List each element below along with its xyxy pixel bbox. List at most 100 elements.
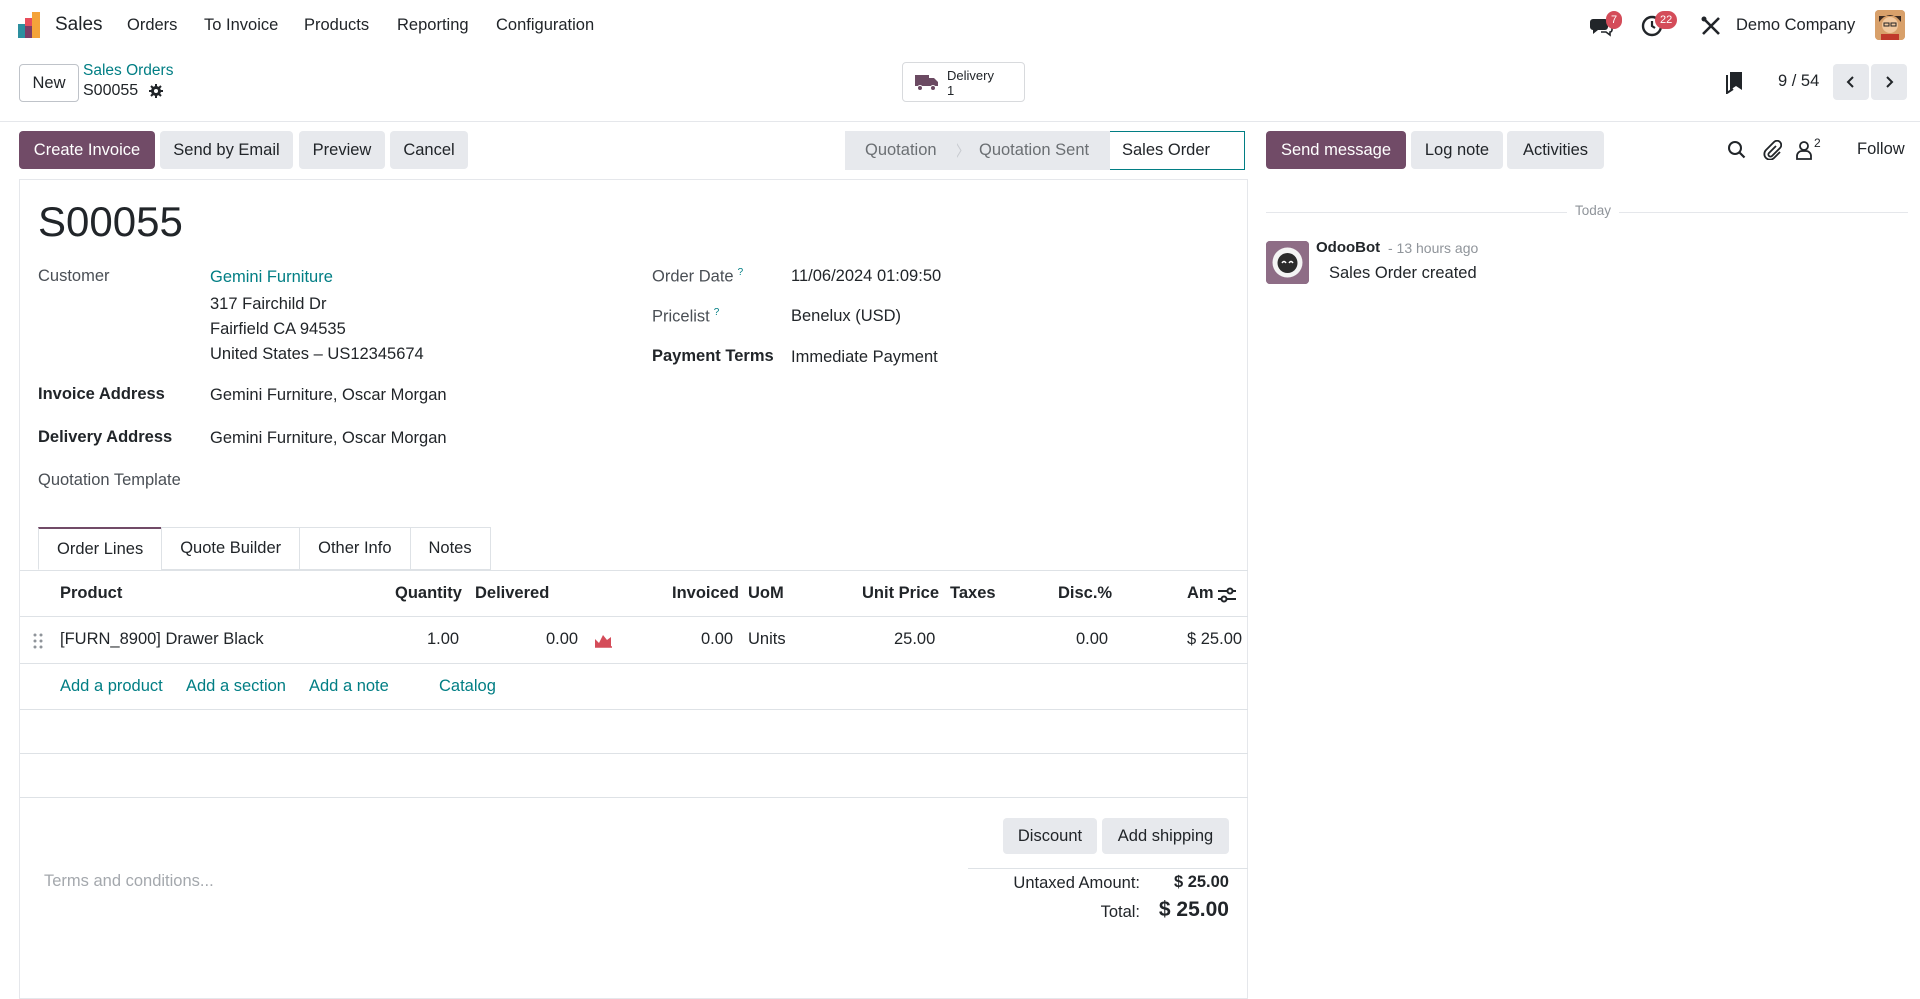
line-delivered[interactable]: 0.00 bbox=[546, 630, 578, 649]
pager-previous-button[interactable] bbox=[1833, 64, 1869, 100]
tab-notes[interactable]: Notes bbox=[409, 527, 491, 570]
catalog-link[interactable]: Catalog bbox=[439, 677, 496, 696]
top-navbar: Sales Orders To Invoice Products Reporti… bbox=[0, 0, 1920, 50]
payment-terms-field[interactable]: Immediate Payment bbox=[791, 348, 938, 367]
menu-to-invoice[interactable]: To Invoice bbox=[204, 16, 278, 35]
odoobot-avatar[interactable] bbox=[1266, 241, 1309, 284]
message-author[interactable]: OdooBot bbox=[1316, 239, 1380, 256]
customer-field[interactable]: Gemini Furniture bbox=[210, 268, 333, 287]
stage-sales-order[interactable]: Sales Order bbox=[1110, 131, 1245, 170]
breadcrumb-parent[interactable]: Sales Orders bbox=[83, 62, 173, 80]
add-note-link[interactable]: Add a note bbox=[309, 677, 389, 696]
quotation-template-label: Quotation Template bbox=[38, 471, 181, 489]
app-name[interactable]: Sales bbox=[55, 14, 103, 36]
column-invoiced[interactable]: Invoiced bbox=[672, 584, 739, 603]
forecast-chart-icon[interactable] bbox=[594, 632, 612, 648]
chevron-left-icon bbox=[1846, 76, 1854, 88]
pager-value[interactable]: 9 / 54 bbox=[1778, 72, 1819, 91]
order-date-field[interactable]: 11/06/2024 01:09:50 bbox=[791, 267, 941, 286]
order-lines-header: Product Quantity Delivered Invoiced UoM … bbox=[20, 570, 1248, 617]
send-message-button[interactable]: Send message bbox=[1266, 131, 1406, 169]
add-section-link[interactable]: Add a section bbox=[186, 677, 286, 696]
delivery-address-field[interactable]: Gemini Furniture, Oscar Morgan bbox=[210, 429, 447, 448]
add-shipping-button[interactable]: Add shipping bbox=[1102, 818, 1229, 854]
breadcrumb-current: S00055 bbox=[83, 82, 139, 99]
line-uom[interactable]: Units bbox=[748, 630, 786, 649]
user-avatar[interactable] bbox=[1875, 10, 1905, 40]
line-amount: $ 25.00 bbox=[1187, 630, 1243, 648]
smart-button-value: 1 bbox=[947, 83, 955, 98]
control-panel: New Sales Orders S00055 Delivery 1 9 / 5… bbox=[0, 50, 1920, 122]
tab-order-lines[interactable]: Order Lines bbox=[38, 527, 163, 570]
line-product[interactable]: [FURN_8900] Drawer Black bbox=[60, 630, 264, 649]
discount-button[interactable]: Discount bbox=[1003, 818, 1097, 854]
search-icon[interactable] bbox=[1727, 140, 1747, 160]
sales-app-icon[interactable] bbox=[18, 12, 44, 38]
bookmark-icon[interactable] bbox=[1726, 72, 1744, 94]
messages-badge: 7 bbox=[1606, 11, 1623, 29]
followers-icon[interactable] bbox=[1794, 140, 1814, 160]
menu-configuration[interactable]: Configuration bbox=[496, 16, 594, 35]
delivery-smart-button[interactable]: Delivery 1 bbox=[902, 62, 1025, 102]
untaxed-amount-value: $ 25.00 bbox=[1173, 873, 1229, 891]
drag-handle-icon[interactable] bbox=[32, 632, 44, 650]
invoice-address-label: Invoice Address bbox=[38, 385, 165, 403]
optional-columns-icon[interactable] bbox=[1217, 586, 1237, 604]
gear-icon[interactable] bbox=[148, 83, 164, 99]
activities-button[interactable]: Activities bbox=[1507, 131, 1604, 169]
tab-quote-builder[interactable]: Quote Builder bbox=[161, 527, 301, 570]
column-uom[interactable]: UoM bbox=[748, 584, 784, 603]
pager-next-button[interactable] bbox=[1871, 64, 1907, 100]
log-note-button[interactable]: Log note bbox=[1411, 131, 1503, 169]
invoice-address-field[interactable]: Gemini Furniture, Oscar Morgan bbox=[210, 386, 447, 405]
paperclip-icon[interactable] bbox=[1762, 140, 1782, 160]
menu-products[interactable]: Products bbox=[304, 16, 369, 35]
total-value: $ 25.00 bbox=[1158, 898, 1229, 921]
cancel-button[interactable]: Cancel bbox=[390, 131, 468, 169]
status-bar: Quotation Quotation Sent Sales Order bbox=[845, 131, 1245, 170]
line-invoiced[interactable]: 0.00 bbox=[701, 630, 733, 649]
company-switcher[interactable]: Demo Company bbox=[1736, 16, 1855, 35]
new-button[interactable]: New bbox=[19, 64, 79, 102]
column-unit-price[interactable]: Unit Price bbox=[862, 584, 939, 603]
tab-other-info[interactable]: Other Info bbox=[299, 527, 411, 570]
terms-and-conditions-input[interactable]: Terms and conditions... bbox=[44, 872, 214, 891]
untaxed-amount-label: Untaxed Amount: bbox=[1013, 874, 1140, 892]
column-taxes[interactable]: Taxes bbox=[950, 584, 996, 603]
column-discount[interactable]: Disc.% bbox=[1058, 584, 1112, 603]
column-amount[interactable]: Am bbox=[1187, 584, 1214, 603]
followers-count: 2 bbox=[1814, 136, 1821, 150]
empty-row bbox=[20, 754, 1248, 798]
notebook-tabs: Order Lines Quote Builder Other Info Not… bbox=[38, 527, 491, 570]
customer-address-line1: 317 Fairchild Dr bbox=[210, 295, 327, 313]
send-by-email-button[interactable]: Send by Email bbox=[160, 131, 293, 169]
help-tooltip-icon[interactable]: ? bbox=[738, 267, 744, 278]
form-sheet: S00055 Customer Gemini Furniture 317 Fai… bbox=[19, 179, 1248, 999]
stage-quotation-sent[interactable]: Quotation Sent bbox=[963, 131, 1110, 170]
activities-badge: 22 bbox=[1655, 11, 1678, 29]
pricelist-field[interactable]: Benelux (USD) bbox=[791, 307, 901, 326]
menu-reporting[interactable]: Reporting bbox=[397, 16, 469, 35]
stage-quotation[interactable]: Quotation bbox=[845, 131, 957, 170]
order-title: S00055 bbox=[38, 198, 183, 245]
column-quantity[interactable]: Quantity bbox=[395, 584, 462, 603]
totals-divider bbox=[968, 868, 1248, 869]
line-discount[interactable]: 0.00 bbox=[1076, 630, 1108, 649]
column-delivered[interactable]: Delivered bbox=[475, 584, 549, 603]
tools-icon[interactable] bbox=[1699, 14, 1723, 38]
pricelist-label: Pricelist? bbox=[652, 307, 720, 326]
create-invoice-button[interactable]: Create Invoice bbox=[19, 131, 155, 169]
order-date-label: Order Date? bbox=[652, 267, 744, 286]
line-unit-price[interactable]: 25.00 bbox=[894, 630, 935, 649]
message-time: - 13 hours ago bbox=[1388, 240, 1479, 256]
follow-button[interactable]: Follow bbox=[1857, 140, 1905, 159]
line-quantity[interactable]: 1.00 bbox=[427, 630, 459, 649]
preview-button[interactable]: Preview bbox=[299, 131, 385, 169]
table-row[interactable]: [FURN_8900] Drawer Black 1.00 0.00 0.00 … bbox=[20, 617, 1248, 664]
date-separator: Today bbox=[1567, 203, 1620, 218]
column-product[interactable]: Product bbox=[60, 584, 122, 603]
empty-row bbox=[20, 710, 1248, 754]
help-tooltip-icon[interactable]: ? bbox=[714, 307, 720, 318]
menu-orders[interactable]: Orders bbox=[127, 16, 177, 35]
add-product-link[interactable]: Add a product bbox=[60, 677, 163, 696]
